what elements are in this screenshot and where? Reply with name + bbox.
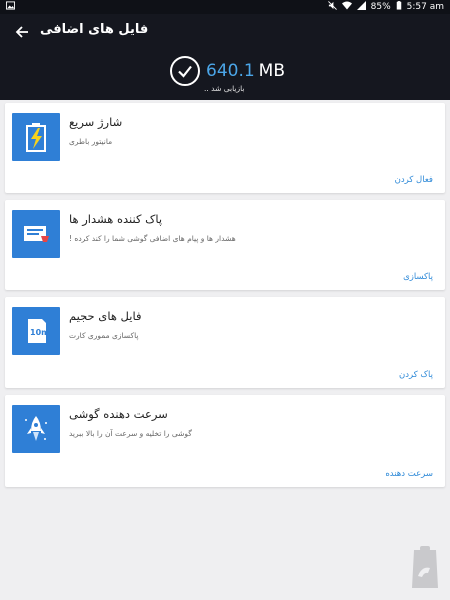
notification-card-icon <box>12 210 60 258</box>
check-circle-icon <box>170 56 200 86</box>
card-description: مانیتور باطری <box>69 137 113 146</box>
store-logo-icon <box>408 546 442 592</box>
clean-notifications-button[interactable]: پاکسازی <box>403 272 433 282</box>
status-bar: 85% 5:57 am <box>0 0 450 14</box>
card-notification-cleaner: پاک کننده هشدار ها هشدار ها و پیام های ا… <box>5 200 445 290</box>
card-phone-booster: سرعت دهنده گوشی گوشی را تخلیه و سرعت آن … <box>5 395 445 487</box>
cleaned-subtitle: بازیابی شد .. <box>204 84 245 93</box>
battery-level: 85% <box>370 2 391 12</box>
signal-icon <box>356 1 366 13</box>
sd-card-label: 10m <box>30 328 48 337</box>
battery-icon <box>396 1 402 13</box>
card-title: پاک کننده هشدار ها <box>69 212 163 226</box>
card-title: سرعت دهنده گوشی <box>69 407 168 421</box>
app-header: فایل های اضافی 640.1 MB بازیابی شد .. <box>0 14 450 100</box>
back-button[interactable] <box>12 22 32 42</box>
arrow-back-icon <box>15 26 28 38</box>
card-large-files: 10m فایل های حجیم پاکسازی مموری کارت پاک… <box>5 297 445 388</box>
mute-icon <box>327 1 337 13</box>
battery-charge-icon <box>12 113 60 161</box>
card-description: پاکسازی مموری کارت <box>69 331 139 340</box>
rocket-icon <box>12 405 60 453</box>
page-title: فایل های اضافی <box>40 22 149 37</box>
cleaned-amount-unit: MB <box>258 61 286 81</box>
cleaned-result: 640.1 MB <box>170 56 285 86</box>
boost-button[interactable]: سرعت دهنده <box>385 469 433 479</box>
card-title: شارژ سریع <box>69 115 123 129</box>
activate-button[interactable]: فعال کردن <box>395 175 433 185</box>
delete-files-button[interactable]: پاک کردن <box>399 370 433 380</box>
card-fast-charge: شارژ سریع مانیتور باطری فعال کردن <box>5 103 445 193</box>
card-description: هشدار ها و پیام های اضافی گوشی شما را کن… <box>69 234 236 243</box>
wifi-icon <box>341 1 352 13</box>
image-notification-icon <box>6 1 15 13</box>
sd-card-icon: 10m <box>12 307 60 355</box>
clock: 5:57 am <box>406 2 444 12</box>
cleaned-amount-value: 640.1 <box>206 61 255 81</box>
card-title: فایل های حجیم <box>69 309 142 323</box>
card-description: گوشی را تخلیه و سرعت آن را بالا ببرید <box>69 429 192 438</box>
cleaned-amount: 640.1 MB <box>206 61 285 81</box>
